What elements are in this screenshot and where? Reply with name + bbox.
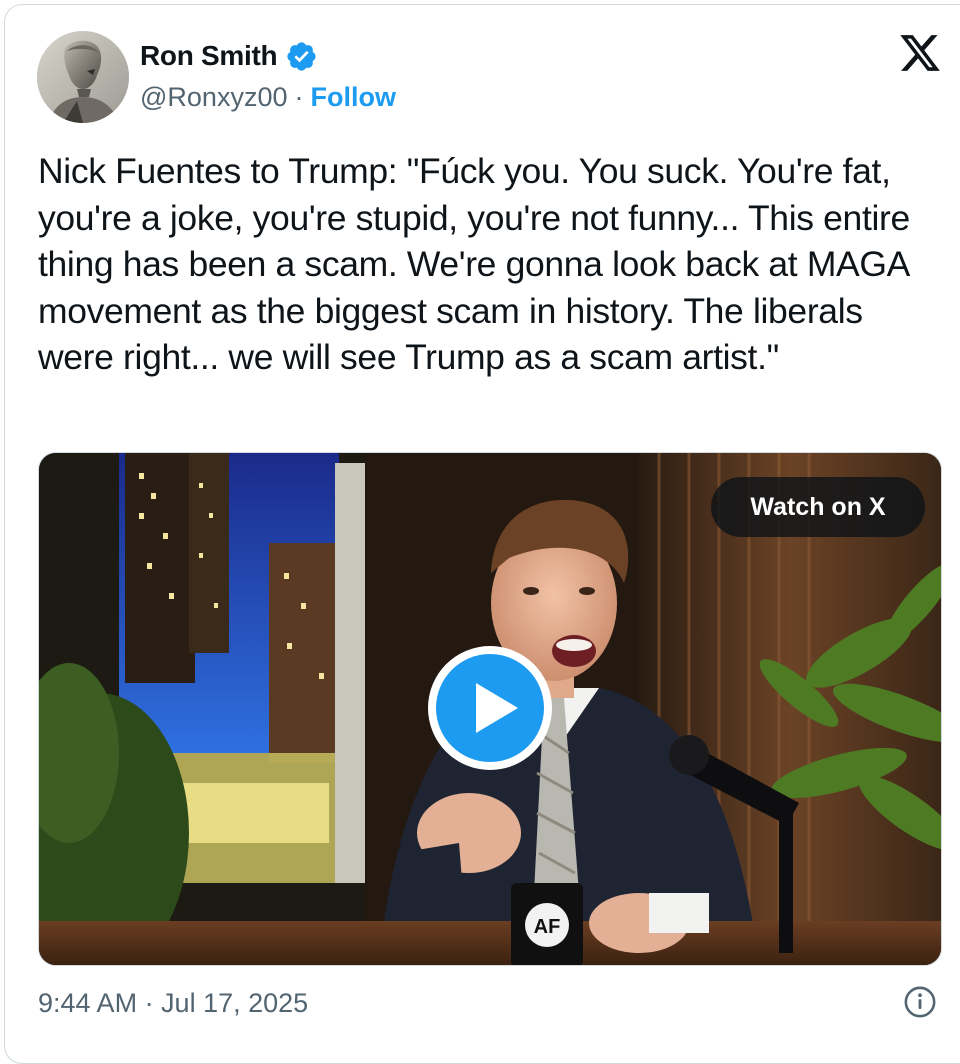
author-handle[interactable]: @Ronxyz00 (140, 82, 287, 113)
author-name[interactable]: Ron Smith (140, 40, 278, 72)
info-icon[interactable] (903, 985, 937, 1019)
tweet-text: Nick Fuentes to Trump: "Fúck you. You su… (38, 151, 920, 377)
author-name-row: Ron Smith (140, 38, 318, 74)
video-player[interactable]: AF Watch on X (38, 452, 942, 966)
watch-on-x-button[interactable]: Watch on X (711, 477, 925, 537)
handle-separator: · (294, 81, 304, 112)
statue-avatar-icon (37, 31, 129, 123)
follow-button[interactable]: Follow (310, 82, 395, 113)
tweet-timestamp[interactable]: 9:44 AM · Jul 17, 2025 (38, 985, 308, 1021)
author-handle-row: @Ronxyz00 · Follow (140, 80, 396, 114)
x-logo-icon[interactable] (897, 31, 943, 75)
play-icon[interactable] (425, 643, 555, 773)
author-avatar[interactable] (37, 31, 129, 123)
verified-badge-icon (287, 41, 316, 71)
mug-logo: AF (534, 916, 561, 938)
